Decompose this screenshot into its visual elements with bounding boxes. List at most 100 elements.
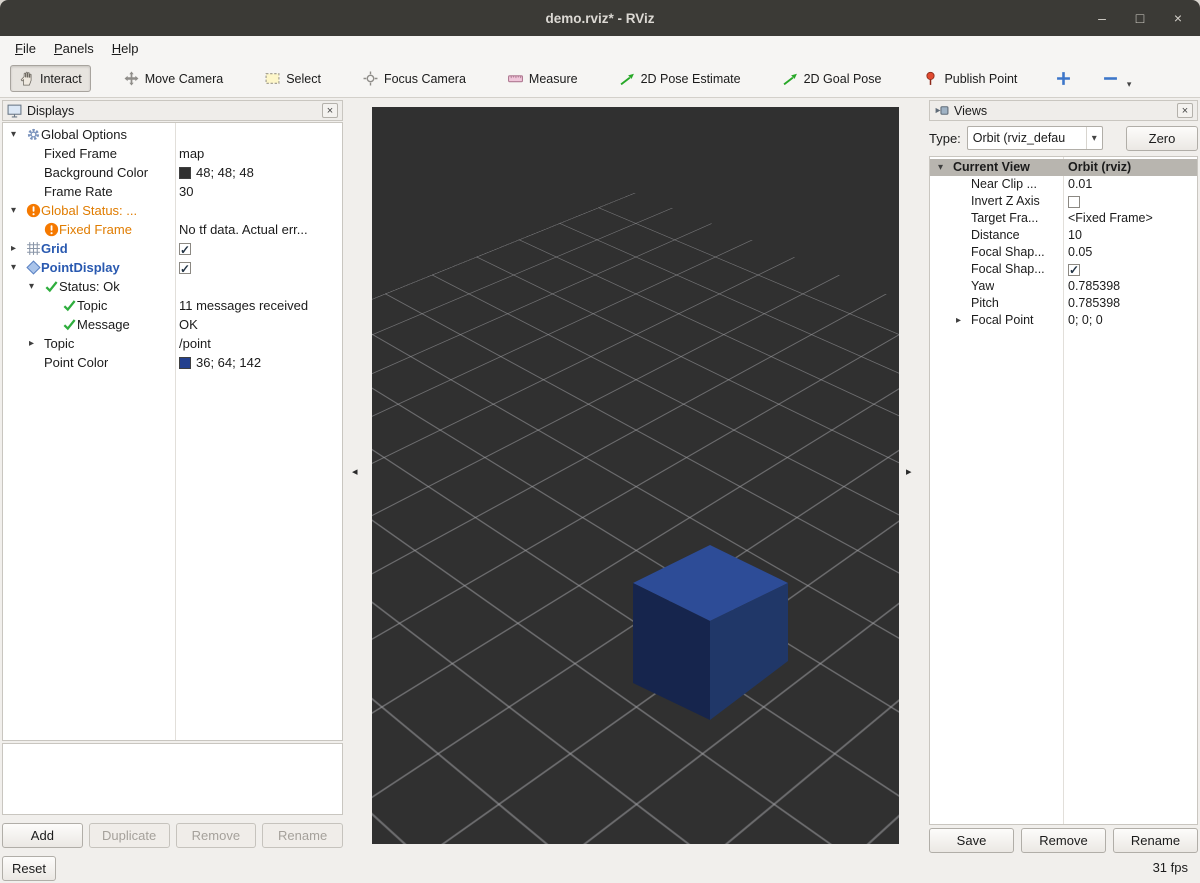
menu-panels[interactable]: Panels — [45, 38, 103, 59]
displays-row-topic[interactable]: ▸Topic/point — [3, 334, 342, 353]
views-row-yaw[interactable]: Yaw0.785398 — [930, 278, 1197, 295]
menu-help[interactable]: Help — [103, 38, 148, 59]
expander-closed-icon[interactable]: ▸ — [11, 239, 26, 258]
displays-panel-header[interactable]: Displays × — [2, 100, 343, 121]
displays-row-point-color[interactable]: Point Color36; 64; 142 — [3, 353, 342, 372]
goal-pose-icon — [783, 71, 798, 86]
expander-open-icon[interactable]: ▾ — [29, 277, 44, 296]
collapse-right-handle[interactable]: ▸ — [906, 465, 912, 478]
close-button[interactable]: × — [1170, 10, 1186, 26]
value-text: 30 — [179, 182, 193, 201]
property-value: 0.785398 — [1068, 295, 1120, 312]
value-text: 36; 64; 142 — [196, 353, 261, 372]
hand-icon — [19, 71, 34, 86]
gear-icon — [26, 127, 41, 142]
displays-row-background-color[interactable]: Background Color48; 48; 48 — [3, 163, 342, 182]
views-row-distance[interactable]: Distance10 — [930, 227, 1197, 244]
color-swatch[interactable] — [179, 167, 191, 179]
displays-row-pointdisplay[interactable]: ▾ PointDisplay — [3, 258, 342, 277]
displays-row-frame-rate[interactable]: Frame Rate30 — [3, 182, 342, 201]
expander-closed-icon[interactable]: ▸ — [956, 312, 971, 329]
displays-row-global-options[interactable]: ▾ Global Options — [3, 125, 342, 144]
expander-open-icon[interactable]: ▾ — [11, 258, 26, 277]
titlebar[interactable]: demo.rviz* - RViz – □ × — [0, 0, 1200, 36]
checkbox[interactable] — [1068, 264, 1080, 276]
property-name: Global Options — [41, 125, 127, 144]
property-value: OK — [179, 315, 198, 334]
fps-label: 31 fps — [1153, 860, 1188, 875]
point-display-icon — [26, 260, 41, 275]
value-text: map — [179, 144, 204, 163]
checkbox[interactable] — [179, 243, 191, 255]
expander-open-icon[interactable]: ▾ — [11, 125, 26, 144]
tool-publish-point[interactable]: Publish Point — [914, 65, 1026, 92]
views-row-invert-z-axis[interactable]: Invert Z Axis — [930, 193, 1197, 210]
views-panel-header[interactable]: Views × — [929, 100, 1198, 121]
views-row-near-clip[interactable]: Near Clip ...0.01 — [930, 176, 1197, 193]
views-row-focal-shap[interactable]: Focal Shap... — [930, 261, 1197, 278]
tool-focus-camera[interactable]: Focus Camera — [354, 65, 475, 92]
views-row-target-fra[interactable]: Target Fra...<Fixed Frame> — [930, 210, 1197, 227]
views-row-current-view[interactable]: ▾Current ViewOrbit (rviz) — [930, 159, 1197, 176]
color-swatch[interactable] — [179, 357, 191, 369]
displays-row-status-ok[interactable]: ▾Status: Ok — [3, 277, 342, 296]
expander-open-icon[interactable]: ▾ — [11, 201, 26, 220]
views-row-focal-shap[interactable]: Focal Shap...0.05 — [930, 244, 1197, 261]
property-value — [179, 258, 191, 277]
tool-2d-pose-estimate[interactable]: 2D Pose Estimate — [611, 65, 750, 92]
views-row-focal-point[interactable]: ▸Focal Point0; 0; 0 — [930, 312, 1197, 329]
checkbox[interactable] — [1068, 196, 1080, 208]
displays-icon — [7, 103, 22, 118]
views-remove-button[interactable]: Remove — [1021, 828, 1106, 853]
property-value: 0.05 — [1068, 244, 1092, 261]
menu-file[interactable]: File — [6, 38, 45, 59]
property-name: PointDisplay — [41, 258, 120, 277]
tool-move-camera[interactable]: Move Camera — [115, 65, 233, 92]
collapse-left-handle[interactable]: ◂ — [352, 465, 358, 478]
value-text: <Fixed Frame> — [1068, 210, 1153, 227]
displays-add-button[interactable]: Add — [2, 823, 83, 848]
expander-open-icon[interactable]: ▾ — [938, 159, 953, 176]
displays-row-grid[interactable]: ▸Grid — [3, 239, 342, 258]
displays-row-message[interactable]: MessageOK — [3, 315, 342, 334]
tool-select[interactable]: Select — [256, 65, 330, 92]
views-save-button[interactable]: Save — [929, 828, 1014, 853]
tool-label: 2D Goal Pose — [804, 72, 882, 86]
zero-button[interactable]: Zero — [1126, 126, 1198, 151]
close-icon[interactable]: × — [322, 103, 338, 118]
property-value: Orbit (rviz) — [1068, 159, 1131, 176]
remove-tool-button[interactable]: ▾ — [1097, 66, 1124, 91]
selection-description — [2, 743, 343, 815]
maximize-button[interactable]: □ — [1132, 10, 1148, 26]
views-rename-button[interactable]: Rename — [1113, 828, 1198, 853]
displays-row-fixed-frame[interactable]: Fixed Framemap — [3, 144, 342, 163]
expander-closed-icon[interactable]: ▸ — [29, 334, 44, 353]
tool-interact[interactable]: Interact — [10, 65, 91, 92]
views-type-row: Type: Orbit (rviz_defau ▾ Zero — [929, 125, 1198, 151]
view-type-select[interactable]: Orbit (rviz_defau ▾ — [967, 126, 1103, 150]
value-text: 0; 0; 0 — [1068, 312, 1103, 329]
reset-button[interactable]: Reset — [2, 856, 56, 881]
displays-row-global-status[interactable]: ▾ Global Status: ... — [3, 201, 342, 220]
checkbox[interactable] — [179, 262, 191, 274]
check-icon — [62, 298, 77, 313]
property-name: Yaw — [971, 278, 994, 295]
property-value: 48; 48; 48 — [179, 163, 254, 182]
render-view[interactable] — [372, 107, 899, 844]
property-name: Global Status: ... — [41, 201, 137, 220]
pose-estimate-icon — [620, 71, 635, 86]
close-icon[interactable]: × — [1177, 103, 1193, 118]
add-tool-button[interactable] — [1050, 66, 1077, 91]
view-type-value: Orbit (rviz_defau — [973, 131, 1086, 145]
views-buttons: Save Remove Rename — [929, 828, 1198, 853]
value-text: /point — [179, 334, 211, 353]
displays-row-topic[interactable]: Topic11 messages received — [3, 296, 342, 315]
publish-point-icon — [923, 71, 938, 86]
tool-measure[interactable]: Measure — [499, 65, 587, 92]
minimize-button[interactable]: – — [1094, 10, 1110, 26]
value-text: 0.05 — [1068, 244, 1092, 261]
displays-row-fixed-frame[interactable]: Fixed FrameNo tf data. Actual err... — [3, 220, 342, 239]
tool-2d-goal-pose[interactable]: 2D Goal Pose — [774, 65, 891, 92]
views-row-pitch[interactable]: Pitch0.785398 — [930, 295, 1197, 312]
property-value: 36; 64; 142 — [179, 353, 261, 372]
